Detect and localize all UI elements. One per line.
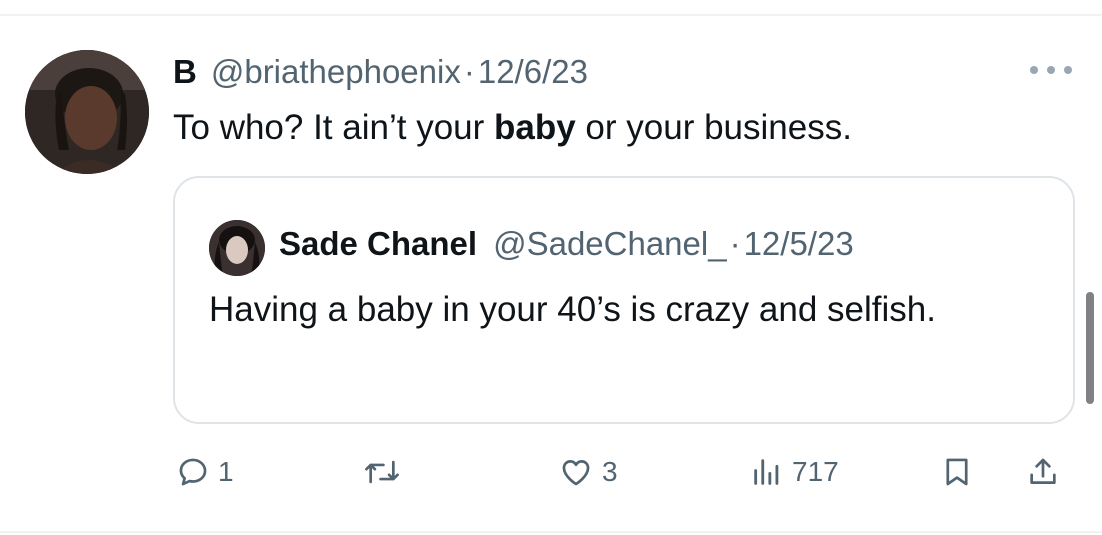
tweet-text: To who? It ain’t your baby or your busin… (173, 106, 852, 150)
bookmark-button[interactable] (940, 452, 974, 492)
retweet-button[interactable] (362, 452, 402, 492)
quoted-avatar-image (209, 220, 265, 276)
views-count: 717 (792, 456, 839, 487)
quoted-author-name[interactable]: Sade Chanel (279, 222, 477, 266)
quoted-tweet-card[interactable]: Sade Chanel @SadeChanel_ · 12/5/23 Havin… (173, 176, 1075, 424)
tweet-header: B @briathephoenix · 12/6/23 (173, 50, 588, 94)
bookmark-icon (946, 458, 968, 486)
author-avatar[interactable] (25, 50, 149, 174)
quoted-header-separator: · (729, 225, 741, 262)
bottom-divider (0, 531, 1102, 533)
tweet-date[interactable]: 12/6/23 (478, 50, 588, 94)
avatar-image (25, 50, 149, 174)
reply-icon (179, 458, 207, 486)
reply-count: 1 (218, 456, 234, 487)
top-divider (0, 14, 1102, 16)
quoted-tweet-date[interactable]: 12/5/23 (744, 222, 854, 266)
share-button[interactable] (1026, 452, 1060, 492)
tweet-text-bold: baby (494, 108, 576, 147)
like-button[interactable]: 3 (558, 452, 618, 492)
quoted-author-avatar[interactable] (209, 220, 265, 276)
views-icon (754, 459, 779, 485)
tweet-text-start: To who? It ain’t your (173, 108, 494, 147)
author-name[interactable]: B (173, 50, 197, 94)
header-separator: · (463, 53, 475, 90)
scrollbar[interactable] (1086, 292, 1094, 404)
quoted-tweet-header: Sade Chanel @SadeChanel_ · 12/5/23 (279, 222, 854, 266)
retweet-icon (365, 460, 399, 484)
more-icon[interactable] (1030, 64, 1072, 76)
tweet-text-end: or your business. (575, 108, 852, 147)
quoted-author-handle[interactable]: @SadeChanel_ (493, 222, 727, 266)
reply-button[interactable]: 1 (176, 452, 234, 492)
quoted-tweet-text: Having a baby in your 40’s is crazy and … (209, 290, 936, 329)
author-handle[interactable]: @briathephoenix (211, 50, 461, 94)
like-count: 3 (602, 456, 618, 487)
views-button[interactable]: 717 (750, 452, 839, 492)
share-icon (1030, 458, 1056, 484)
like-icon (562, 460, 590, 486)
